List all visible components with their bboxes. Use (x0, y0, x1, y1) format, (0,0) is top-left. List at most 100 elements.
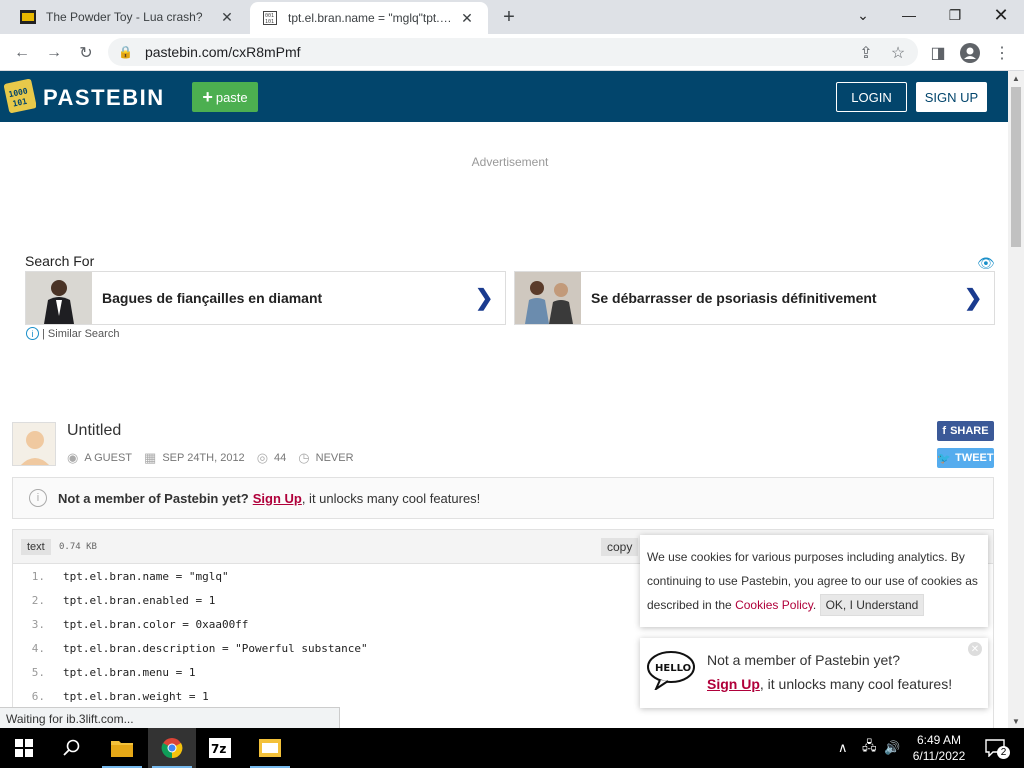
member-popup-line1: Not a member of Pastebin yet? (707, 652, 900, 668)
ad-card-psoriasis[interactable]: Se débarrasser de psoriasis définitiveme… (514, 271, 995, 325)
url-text: pastebin.com/cxR8mPmf (144, 44, 301, 60)
paste-title: Untitled (67, 422, 122, 439)
facebook-share-button[interactable]: f SHARE (937, 421, 994, 441)
paste-expiry: NEVER (315, 452, 354, 464)
calendar-icon: ▦ (144, 450, 157, 465)
cookie-period: . (812, 598, 817, 612)
new-tab-button[interactable]: + (498, 6, 520, 28)
pastebin-header: 1000 101 PASTEBIN + paste LOGIN SIGN UP (0, 71, 1008, 122)
advertisement-label: Advertisement (471, 155, 549, 169)
bookmark-star-icon[interactable]: ☆ (884, 39, 912, 67)
facebook-icon: f (942, 425, 947, 437)
login-button[interactable]: LOGIN (836, 82, 907, 112)
signup-link[interactable]: Sign Up (253, 491, 302, 506)
restore-button[interactable]: ❐ (932, 0, 978, 30)
7zip-icon[interactable]: 7z (196, 728, 244, 768)
clock[interactable]: 6:49 AM 6/11/2022 (904, 732, 974, 764)
search-icon[interactable] (48, 728, 96, 768)
notification-count: 2 (997, 746, 1010, 759)
search-for-label: Search For (25, 253, 95, 269)
paste-meta: ◉ A GUEST ▦ SEP 24TH, 2012 ◎ 44 ◷ NEVER (67, 450, 366, 466)
cookie-consent-popup: We use cookies for various purposes incl… (640, 535, 988, 627)
ad-choices-eye-icon[interactable]: 👁 (977, 255, 995, 272)
twitter-icon: 🐦 (937, 452, 952, 465)
scrollbar-thumb[interactable] (1011, 87, 1021, 247)
powder-toy-icon[interactable] (246, 728, 294, 768)
new-paste-button[interactable]: + paste (192, 82, 258, 112)
tab-search-chevron-icon[interactable]: ⌄ (840, 0, 886, 30)
cookie-ok-button[interactable]: OK, I Understand (819, 594, 925, 616)
similar-search[interactable]: i | Similar Search (26, 327, 119, 340)
twitter-tweet-button[interactable]: 🐦 TWEET (937, 448, 994, 468)
window-close-button[interactable]: ✕ (978, 0, 1024, 30)
member-popup: HELLO Not a member of Pastebin yet? Sign… (640, 638, 988, 708)
line-number: 5. (31, 665, 45, 679)
profile-icon[interactable] (956, 39, 984, 67)
paste-views: 44 (274, 452, 287, 464)
side-panel-icon[interactable]: ◨ (924, 39, 952, 67)
syntax-language-badge[interactable]: text (21, 539, 51, 555)
line-number: 3. (31, 617, 45, 631)
pastebin-logo-icon[interactable]: 1000 101 (3, 77, 37, 114)
paste-date: SEP 24TH, 2012 (162, 452, 245, 464)
copy-button[interactable]: copy (601, 538, 639, 556)
scroll-up-arrow-icon[interactable]: ▲ (1008, 71, 1024, 85)
svg-text:7z: 7z (211, 742, 226, 756)
page-scrollbar[interactable]: ▲ ▼ (1008, 71, 1024, 728)
member-popup-line2: Sign Up, it unlocks many cool features! (707, 676, 952, 692)
info-icon: i (26, 327, 39, 340)
close-icon[interactable]: ✕ (968, 642, 982, 656)
reload-icon[interactable]: ↻ (72, 39, 100, 67)
chrome-icon[interactable] (148, 728, 196, 768)
ad-image-couple-icon (515, 272, 581, 324)
paste-button-label: paste (215, 89, 248, 105)
powder-toy-favicon-icon (20, 9, 36, 25)
scroll-down-arrow-icon[interactable]: ▼ (1008, 714, 1024, 728)
close-icon[interactable]: ✕ (218, 8, 236, 26)
svg-text:HELLO: HELLO (655, 663, 691, 674)
signup-button[interactable]: SIGN UP (916, 82, 987, 112)
show-hidden-icons-chevron-icon[interactable]: ∧ (838, 728, 848, 768)
line-source: tpt.el.bran.enabled = 1 (63, 593, 216, 607)
tab-powder-toy[interactable]: The Powder Toy - Lua crash? ✕ (8, 0, 248, 34)
kebab-menu-icon[interactable]: ⋮ (988, 39, 1016, 67)
line-source: tpt.el.bran.name = "mglq" (63, 569, 229, 583)
chevron-right-icon: ❯ (475, 285, 494, 310)
ad-card-diamond[interactable]: Bagues de fiançailles en diamant ❯ (25, 271, 506, 325)
forward-arrow-icon[interactable]: → (40, 39, 68, 67)
signup-link[interactable]: Sign Up (707, 676, 760, 692)
line-number: 4. (31, 641, 45, 655)
close-icon[interactable]: ✕ (458, 9, 476, 27)
tab-pastebin[interactable]: 001 101 tpt.el.bran.name = "mglq"tpt.el.b… (250, 2, 488, 34)
lock-icon: 🔒 (118, 45, 133, 59)
cookies-policy-link[interactable]: Cookies Policy (735, 598, 813, 612)
share-page-icon[interactable]: ⇪ (852, 39, 880, 67)
ad-image-man-icon (26, 272, 92, 324)
back-arrow-icon[interactable]: ← (8, 39, 36, 67)
windows-taskbar: 7z ∧ 🖧 🔊 6:49 AM 6/11/2022 2 (0, 728, 1024, 768)
paste-size: 0.74 KB (59, 542, 97, 552)
minimize-button[interactable]: — (886, 0, 932, 30)
status-bar: Waiting for ib.3lift.com... (0, 707, 340, 728)
info-icon: i (29, 489, 47, 507)
clock-icon: ◷ (298, 450, 310, 465)
pastebin-brand[interactable]: PASTEBIN (43, 85, 165, 111)
paste-author: A GUEST (84, 452, 133, 464)
windows-start-icon[interactable] (0, 728, 48, 768)
page-viewport: 1000 101 PASTEBIN + paste LOGIN SIGN UP … (0, 71, 1008, 728)
file-explorer-icon[interactable] (98, 728, 146, 768)
browser-toolbar: ← → ↻ 🔒 pastebin.com/cxR8mPmf ⇪ ☆ ◨ ⋮ (0, 34, 1024, 71)
network-icon[interactable]: 🖧 (862, 728, 877, 768)
ad-card-text: Se débarrasser de psoriasis définitiveme… (591, 290, 877, 306)
address-bar[interactable]: 🔒 pastebin.com/cxR8mPmf (108, 38, 918, 66)
line-source: tpt.el.bran.color = 0xaa00ff (63, 617, 249, 631)
user-icon: ◉ (67, 450, 79, 465)
eye-icon: ◎ (256, 450, 269, 465)
pastebin-favicon-icon: 001 101 (262, 10, 278, 26)
svg-text:101: 101 (265, 19, 274, 25)
member-notice: i Not a member of Pastebin yet? Sign Up … (12, 477, 994, 519)
notifications-icon[interactable]: 2 (982, 728, 1010, 768)
hello-speech-bubble-icon: HELLO (646, 650, 696, 692)
volume-icon[interactable]: 🔊 (884, 728, 900, 768)
line-source: tpt.el.bran.description = "Powerful subs… (63, 641, 368, 655)
